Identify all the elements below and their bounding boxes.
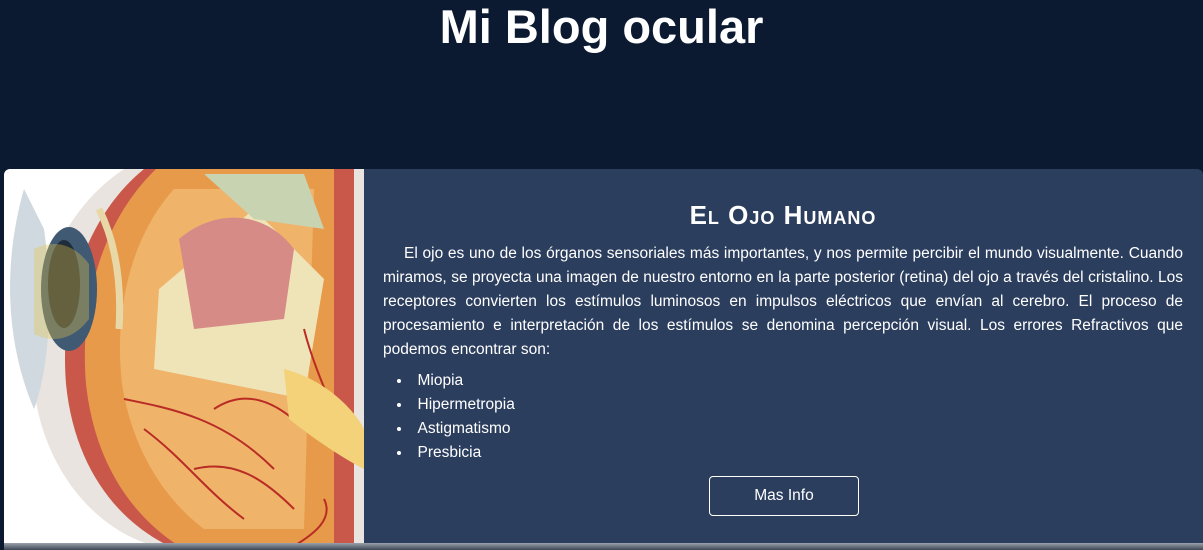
article-content: El Ojo Humano El ojo es uno de los órgan… xyxy=(383,169,1183,546)
more-info-button[interactable]: Mas Info xyxy=(709,476,859,516)
page: Mi Blog ocular Mi Blog ocular xyxy=(0,0,1203,550)
list-item: Astigmatismo xyxy=(397,417,697,441)
eye-anatomy-image xyxy=(4,169,364,546)
list-item: Hipermetropia xyxy=(397,393,697,417)
list-item: Presbicia xyxy=(397,441,697,465)
header: Mi Blog ocular Mi Blog ocular xyxy=(0,0,1203,168)
article-heading: El Ojo Humano xyxy=(689,200,877,230)
article-body: El ojo es uno de los órganos sensoriales… xyxy=(383,245,1183,358)
list-item: Miopia xyxy=(397,369,697,393)
blog-title-reflection: Mi Blog ocular xyxy=(0,14,1203,44)
card-bottom-divider xyxy=(4,543,1203,550)
article-card: El Ojo Humano El ojo es uno de los órgan… xyxy=(4,169,1203,546)
refractive-errors-list: Miopia Hipermetropia Astigmatismo Presbi… xyxy=(397,369,697,465)
